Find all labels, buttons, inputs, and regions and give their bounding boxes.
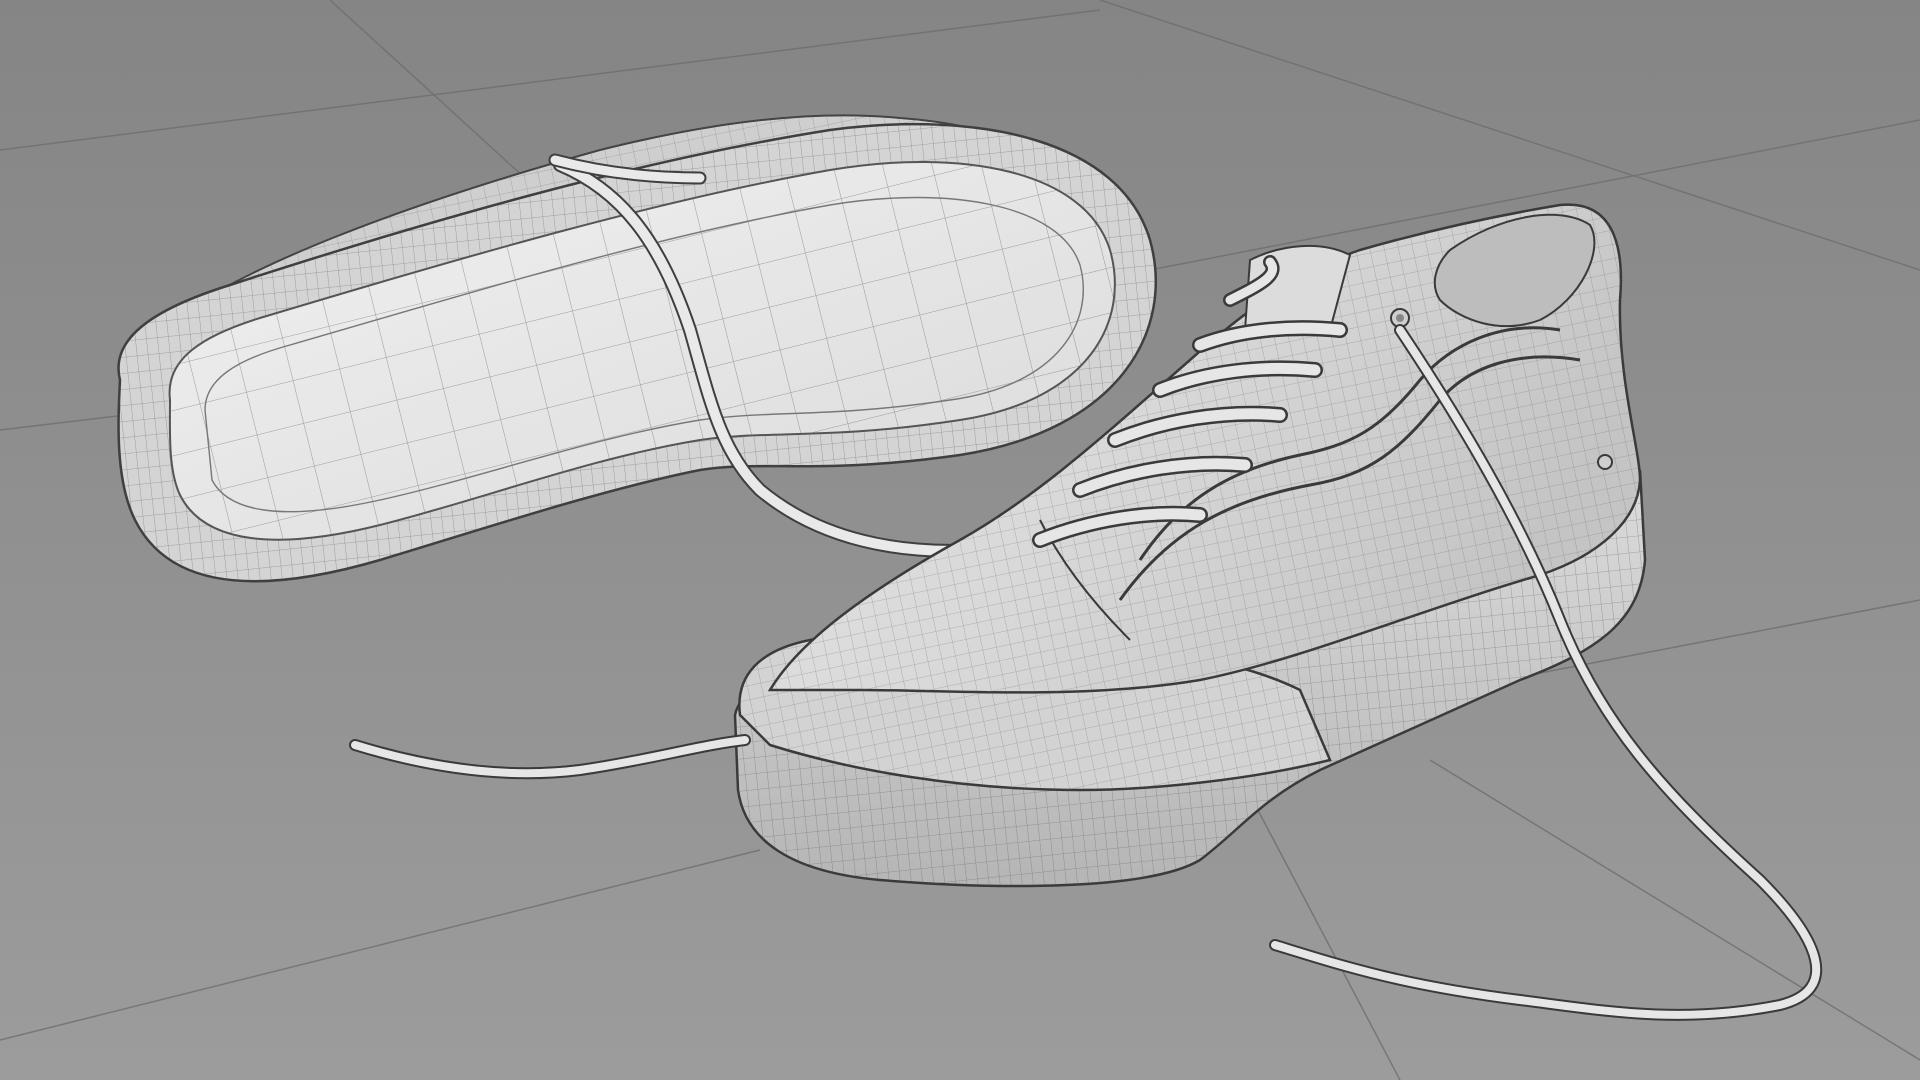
render-viewport [0,0,1920,1080]
sneaker-render [0,0,1920,1080]
